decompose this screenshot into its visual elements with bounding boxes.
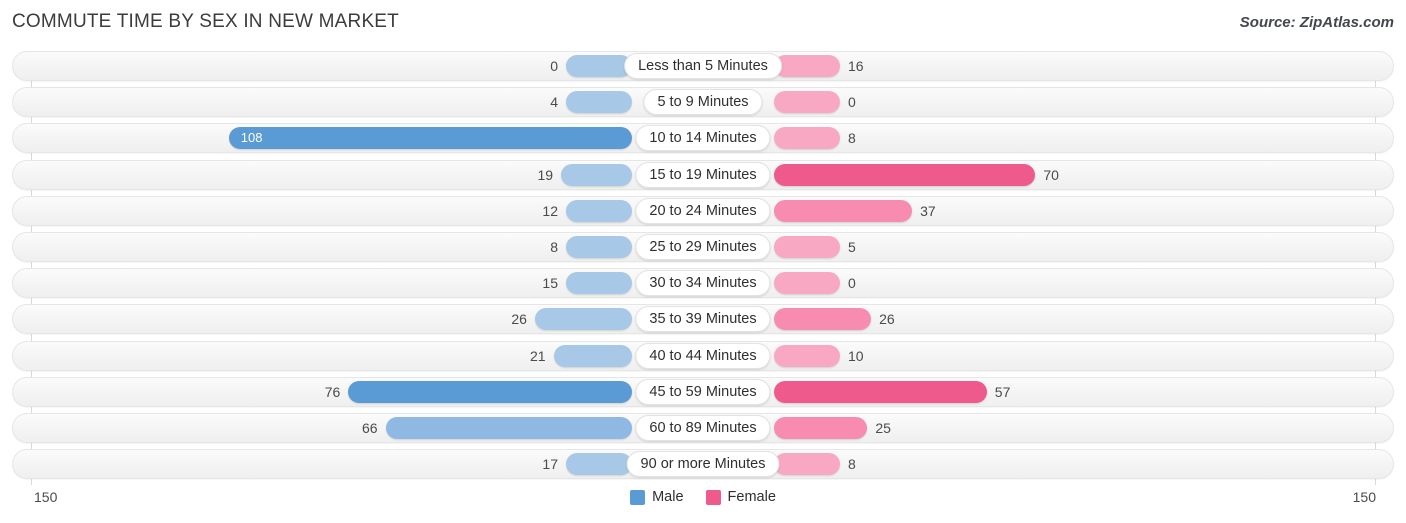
male-value-label: 17: [542, 456, 558, 472]
female-bar[interactable]: [774, 164, 1036, 186]
female-value-label: 8: [848, 130, 856, 146]
female-value-label: 8: [848, 456, 856, 472]
table-row[interactable]: 66 25 60 to 89 Minutes: [12, 413, 1394, 443]
male-value-label: 108: [240, 130, 263, 145]
category-label: 90 or more Minutes: [626, 451, 780, 477]
female-bar[interactable]: [774, 308, 872, 330]
male-bar[interactable]: [553, 345, 632, 367]
female-value-label: 57: [994, 384, 1011, 400]
male-value-label: 19: [537, 167, 554, 183]
male-bar[interactable]: [566, 272, 632, 294]
female-value-label: 16: [848, 58, 864, 74]
table-row[interactable]: 4 0 5 to 9 Minutes: [12, 87, 1394, 117]
legend-item-male[interactable]: Male: [630, 489, 684, 505]
female-value-label: 5: [848, 239, 856, 255]
female-value-label: 70: [1043, 167, 1059, 183]
male-value-label: 76: [324, 384, 341, 400]
legend-swatch-icon: [630, 489, 646, 505]
female-bar[interactable]: [774, 453, 840, 475]
table-row[interactable]: 108 8 10 to 14 Minutes: [12, 123, 1394, 153]
legend-label: Male: [652, 489, 684, 505]
category-label: 10 to 14 Minutes: [635, 125, 771, 151]
female-value-label: 25: [875, 420, 891, 436]
chart-plot-area: 0 16 Less than 5 Minutes 4 0 5 to 9 Minutes 10…: [12, 51, 1394, 485]
male-value-label: 15: [542, 275, 558, 291]
category-label: 60 to 89 Minutes: [635, 415, 771, 441]
legend-label: Female: [727, 489, 776, 505]
male-bar[interactable]: [566, 91, 632, 113]
table-row[interactable]: 17 8 90 or more Minutes: [12, 449, 1394, 479]
table-row[interactable]: 15 0 30 to 34 Minutes: [12, 268, 1394, 298]
male-bar[interactable]: [228, 127, 632, 149]
male-value-label: 66: [362, 420, 378, 436]
female-bar[interactable]: [774, 55, 840, 77]
female-bar[interactable]: [774, 345, 840, 367]
female-bar[interactable]: [774, 417, 868, 439]
category-label: Less than 5 Minutes: [624, 53, 782, 79]
male-bar[interactable]: [534, 308, 632, 330]
category-label: 15 to 19 Minutes: [635, 162, 771, 188]
female-bar[interactable]: [774, 381, 987, 403]
male-value-label: 26: [511, 311, 527, 327]
male-bar[interactable]: [566, 200, 632, 222]
male-value-label: 8: [550, 239, 558, 255]
table-row[interactable]: 76 57 45 to 59 Minutes: [12, 377, 1394, 407]
category-label: 30 to 34 Minutes: [635, 270, 771, 296]
male-bar[interactable]: [561, 164, 632, 186]
female-value-label: 37: [920, 203, 936, 219]
category-label: 5 to 9 Minutes: [643, 89, 763, 115]
male-value-label: 0: [550, 58, 558, 74]
category-label: 25 to 29 Minutes: [635, 234, 771, 260]
male-value-label: 4: [550, 94, 558, 110]
male-value-label: 12: [542, 203, 558, 219]
table-row[interactable]: 21 10 40 to 44 Minutes: [12, 341, 1394, 371]
chart-legend: Male Female: [12, 489, 1394, 505]
legend-item-female[interactable]: Female: [705, 489, 776, 505]
male-bar[interactable]: [566, 236, 632, 258]
male-bar[interactable]: [385, 417, 632, 439]
female-value-label: 10: [848, 348, 864, 364]
male-bar[interactable]: [348, 381, 632, 403]
table-row[interactable]: 0 16 Less than 5 Minutes: [12, 51, 1394, 81]
table-row[interactable]: 12 37 20 to 24 Minutes: [12, 196, 1394, 226]
female-bar[interactable]: [774, 127, 840, 149]
female-bar[interactable]: [774, 272, 840, 294]
male-bar[interactable]: [566, 55, 632, 77]
female-bar[interactable]: [774, 91, 840, 113]
category-label: 20 to 24 Minutes: [635, 198, 771, 224]
category-label: 45 to 59 Minutes: [635, 379, 771, 405]
chart-footer: 150 150 Male Female: [12, 487, 1394, 515]
table-row[interactable]: 19 70 15 to 19 Minutes: [12, 160, 1394, 190]
female-value-label: 0: [848, 94, 856, 110]
table-row[interactable]: 26 26 35 to 39 Minutes: [12, 304, 1394, 334]
page-title: COMMUTE TIME BY SEX IN NEW MARKET: [12, 11, 399, 32]
female-bar[interactable]: [774, 236, 840, 258]
source-attribution: Source: ZipAtlas.com: [1239, 14, 1394, 31]
legend-swatch-icon: [705, 489, 721, 505]
chart-page: COMMUTE TIME BY SEX IN NEW MARKET Source…: [0, 0, 1406, 523]
category-label: 40 to 44 Minutes: [635, 343, 771, 369]
male-bar[interactable]: [566, 453, 632, 475]
male-value-label: 21: [530, 348, 546, 364]
female-value-label: 26: [879, 311, 895, 327]
table-row[interactable]: 8 5 25 to 29 Minutes: [12, 232, 1394, 262]
female-bar[interactable]: [774, 200, 913, 222]
female-value-label: 0: [848, 275, 856, 291]
category-label: 35 to 39 Minutes: [635, 306, 771, 332]
